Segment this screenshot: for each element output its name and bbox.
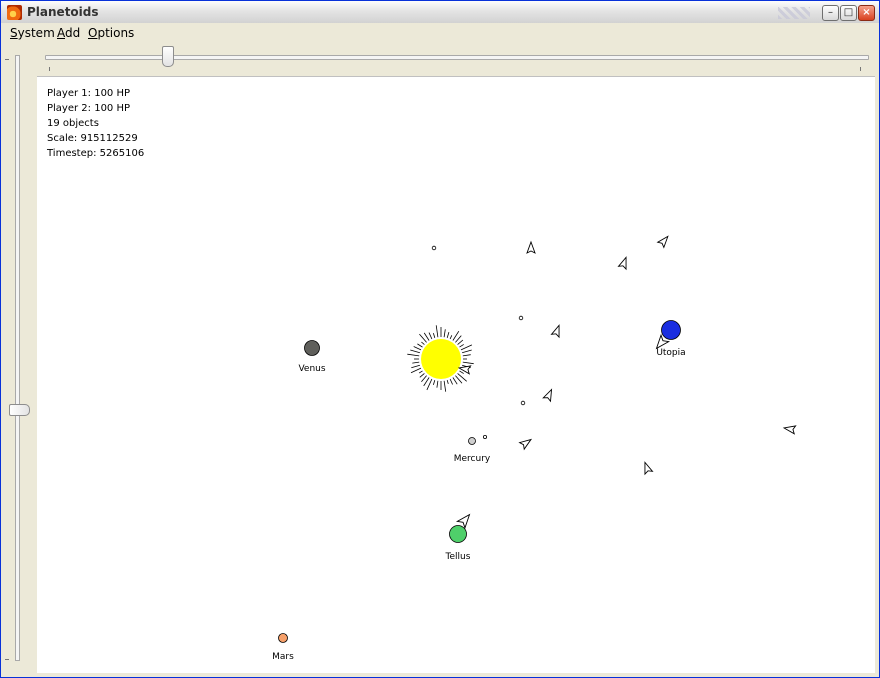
title-bar[interactable]: Planetoids – □ × xyxy=(1,1,879,24)
sun-ray xyxy=(433,332,436,339)
sun-ray xyxy=(460,344,473,351)
missile-icon[interactable] xyxy=(617,256,630,271)
sun-ray xyxy=(418,370,423,374)
timestep-slider-tick-min xyxy=(5,659,9,660)
sun-ray xyxy=(412,361,420,364)
sun-ray xyxy=(449,378,453,385)
missile-icon[interactable] xyxy=(782,424,797,435)
missile-icon[interactable] xyxy=(542,388,555,403)
missile-icon[interactable] xyxy=(641,461,654,476)
timestep-slider-track[interactable] xyxy=(15,55,20,661)
sun-ray xyxy=(461,349,472,354)
sun-ray xyxy=(423,377,430,387)
window-title: Planetoids xyxy=(27,5,99,19)
sun-ray xyxy=(459,344,464,348)
scale-slider-tick-min xyxy=(49,67,50,71)
sun-ray xyxy=(421,341,425,345)
sun-ray xyxy=(419,373,425,378)
timestep-slider[interactable] xyxy=(5,49,31,669)
maximize-button[interactable]: □ xyxy=(840,5,857,21)
sun-ray xyxy=(421,375,427,382)
asteroid[interactable] xyxy=(431,245,437,251)
sun-ray xyxy=(449,335,453,340)
planet-utopia[interactable] xyxy=(661,320,681,340)
sun-ray xyxy=(462,354,471,357)
menu-add[interactable]: Add xyxy=(57,26,80,40)
planet-tellus[interactable] xyxy=(449,525,467,543)
asteroid[interactable] xyxy=(482,434,487,439)
sun-ray xyxy=(407,353,420,357)
sun-ray xyxy=(411,364,421,369)
missile-icon[interactable] xyxy=(656,234,671,249)
sun-ray xyxy=(462,361,474,365)
minimize-button[interactable]: – xyxy=(822,5,839,21)
planet-tellus-label: Tellus xyxy=(445,552,471,562)
menu-bar: System Add Options xyxy=(1,23,879,43)
sun-ray xyxy=(423,332,430,341)
sun-ray xyxy=(426,378,433,391)
sun-ray xyxy=(443,329,446,338)
planet-venus[interactable] xyxy=(304,340,320,356)
timestep-slider-tick-max xyxy=(5,59,9,60)
sun-ray xyxy=(436,380,439,388)
planet-venus-label: Venus xyxy=(298,364,325,374)
sun-ray xyxy=(459,370,464,374)
sun-ray xyxy=(417,343,423,348)
planet-utopia-label: Utopia xyxy=(656,348,685,358)
sun-ray xyxy=(443,380,447,392)
planet-mercury-label: Mercury xyxy=(454,454,491,464)
scale-slider-thumb[interactable] xyxy=(161,46,174,67)
planet-mars[interactable] xyxy=(278,633,288,643)
sun-ray xyxy=(452,377,458,385)
menu-options[interactable]: Options xyxy=(88,26,134,40)
close-button[interactable]: × xyxy=(858,5,875,21)
asteroid[interactable] xyxy=(518,315,524,321)
menu-system[interactable]: System xyxy=(10,26,55,40)
sun-ray xyxy=(435,325,439,338)
planet-mars-label: Mars xyxy=(272,652,294,662)
sun[interactable] xyxy=(421,339,461,379)
missile-icon[interactable] xyxy=(518,436,534,451)
sun-ray xyxy=(413,346,422,351)
app-window: Planetoids – □ × System Add Options Play… xyxy=(0,0,880,678)
planet-mercury[interactable] xyxy=(468,437,476,445)
sun-ray xyxy=(428,332,433,340)
asteroid[interactable] xyxy=(520,400,526,406)
sun-ray xyxy=(433,379,436,386)
space-view[interactable]: Venus Utopia Mercury Tellus Mars xyxy=(37,77,875,673)
app-icon[interactable] xyxy=(7,5,22,20)
title-bar-decoration xyxy=(778,7,810,19)
sun-ray xyxy=(410,367,422,374)
missile-icon[interactable] xyxy=(550,324,563,339)
sun-ray xyxy=(410,349,421,354)
scale-slider-tick-max xyxy=(860,67,861,71)
scale-slider[interactable] xyxy=(37,45,875,71)
timestep-slider-thumb[interactable] xyxy=(9,404,30,417)
sun-ray xyxy=(446,379,449,385)
sun-ray xyxy=(455,335,462,343)
sun-ray xyxy=(446,331,450,339)
missile-icon[interactable] xyxy=(526,240,536,254)
simulation-canvas[interactable]: Player 1: 100 HP Player 2: 100 HP 19 obj… xyxy=(37,76,875,673)
sun-ray xyxy=(457,339,464,345)
